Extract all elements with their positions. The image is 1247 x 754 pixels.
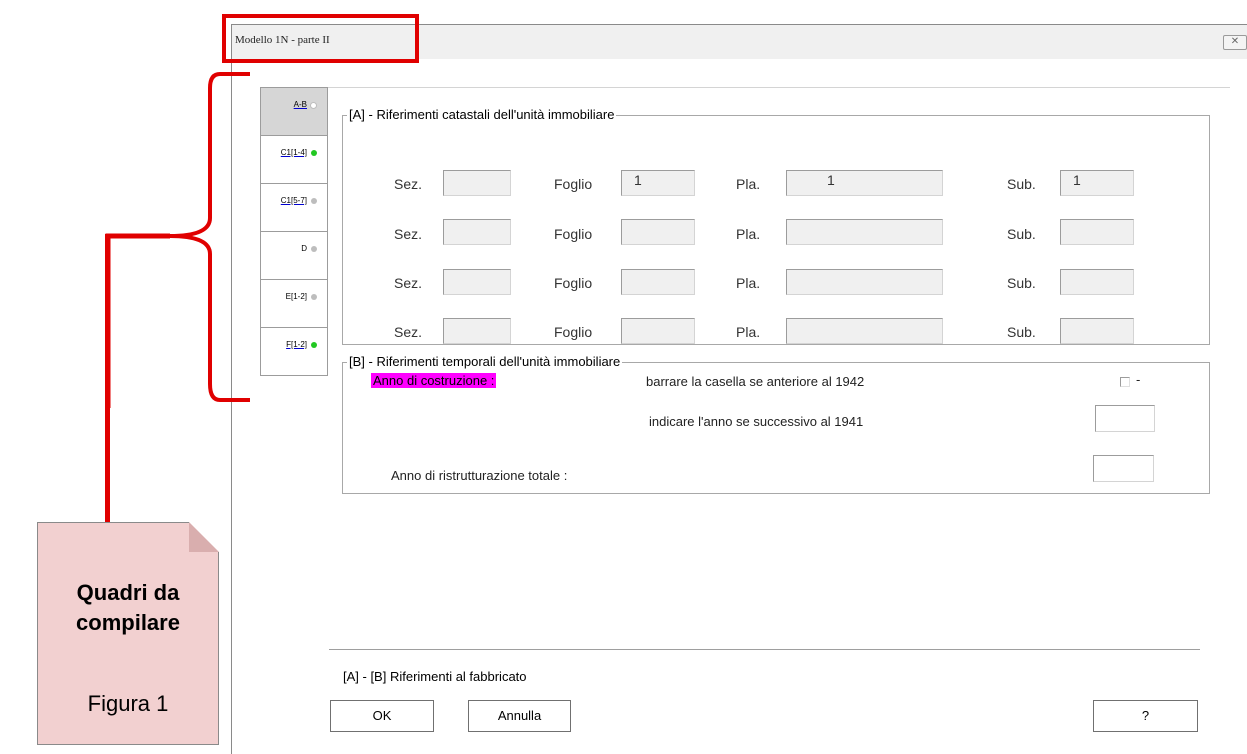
foglio-field[interactable] <box>621 219 695 245</box>
pla-label: Pla. <box>736 324 761 340</box>
sub-label: Sub. <box>1007 176 1036 192</box>
pla-label: Pla. <box>736 176 761 192</box>
foglio-label: Foglio <box>554 324 593 340</box>
sub-field[interactable] <box>1060 269 1134 295</box>
sub-label: Sub. <box>1007 324 1036 340</box>
tab-c1-5-7[interactable]: C1[5-7] <box>261 184 327 232</box>
note-figure-label: Figura 1 <box>87 691 169 716</box>
status-dot-icon <box>311 246 317 252</box>
section-b-legend: [B] - Riferimenti temporali dell'unità i… <box>347 354 623 369</box>
anno-costruzione-label: Anno di costruzione : <box>371 373 497 388</box>
pla-label: Pla. <box>736 226 761 242</box>
tab-a-b[interactable]: A-B <box>261 88 327 136</box>
tab-c1-1-4[interactable]: C1[1-4] <box>261 136 327 184</box>
tab-f-1-2[interactable]: F[1-2] <box>261 328 327 375</box>
sub-label: Sub. <box>1007 275 1036 291</box>
sez-field[interactable] <box>443 219 511 245</box>
footer-caption: [A] - [B] Riferimenti al fabbricato <box>343 669 527 684</box>
sez-label: Sez. <box>394 176 423 192</box>
sez-field[interactable] <box>443 269 511 295</box>
pla-field[interactable] <box>786 318 943 344</box>
tab-e-1-2[interactable]: E[1-2] <box>261 280 327 328</box>
foglio-field[interactable]: 1 <box>621 170 695 196</box>
tabs-brace-annotation <box>105 72 250 408</box>
anno-costruzione-field[interactable] <box>1095 405 1155 432</box>
status-dot-icon <box>310 102 317 109</box>
annulla-button[interactable]: Annulla <box>468 700 571 732</box>
foglio-field[interactable] <box>621 269 695 295</box>
note-fold-corner <box>189 522 219 552</box>
section-a-legend: [A] - Riferimenti catastali dell'unità i… <box>347 107 617 122</box>
tab-label: F[1-2] <box>286 340 307 349</box>
foglio-label: Foglio <box>554 226 593 242</box>
pla-field[interactable]: 1 <box>786 170 943 196</box>
sez-label: Sez. <box>394 324 423 340</box>
help-button[interactable]: ? <box>1093 700 1198 732</box>
pla-field[interactable] <box>786 269 943 295</box>
status-dot-icon <box>311 342 317 348</box>
footer-divider <box>329 649 1200 650</box>
foglio-label: Foglio <box>554 275 593 291</box>
close-icon[interactable]: ✕ <box>1223 35 1247 50</box>
annotation-connector <box>105 234 110 524</box>
tab-label: E[1-2] <box>285 292 307 301</box>
status-dot-icon <box>311 150 317 156</box>
sez-label: Sez. <box>394 226 423 242</box>
sub-field[interactable] <box>1060 318 1134 344</box>
foglio-label: Foglio <box>554 176 593 192</box>
status-dot-icon <box>311 294 317 300</box>
tab-d[interactable]: D <box>261 232 327 280</box>
title-highlight-box <box>222 14 419 63</box>
sez-label: Sez. <box>394 275 423 291</box>
tab-label: C1[5-7] <box>280 196 307 205</box>
dialog-window: Modello 1N - parte II ✕ A-B C1[1-4] C1[5… <box>231 24 1247 754</box>
sez-field[interactable] <box>443 318 511 344</box>
tab-label: A-B <box>293 100 307 109</box>
pla-field[interactable] <box>786 219 943 245</box>
top-divider <box>260 87 1230 88</box>
pla-label: Pla. <box>736 275 761 291</box>
ristrutturazione-label: Anno di ristrutturazione totale : <box>391 468 568 483</box>
sub-label: Sub. <box>1007 226 1036 242</box>
sub-field[interactable] <box>1060 219 1134 245</box>
sez-field[interactable] <box>443 170 511 196</box>
section-tabs: A-B C1[1-4] C1[5-7] D E[1-2] F[1-2] <box>260 87 328 376</box>
tab-label: D <box>301 244 307 253</box>
status-dot-icon <box>311 198 317 204</box>
anteriore-1942-checkbox[interactable] <box>1120 377 1130 387</box>
tab-label: C1[1-4] <box>280 148 307 157</box>
barrare-text: barrare la casella se anteriore al 1942 <box>646 374 865 389</box>
ok-button[interactable]: OK <box>330 700 434 732</box>
ristrutturazione-field[interactable] <box>1093 455 1154 482</box>
checkbox-suffix: - <box>1136 372 1141 387</box>
annotation-note: Quadri da compilare Figura 1 <box>37 522 219 745</box>
foglio-field[interactable] <box>621 318 695 344</box>
sub-field[interactable]: 1 <box>1060 170 1134 196</box>
indicare-text: indicare l'anno se successivo al 1941 <box>649 414 864 429</box>
note-title: Quadri da compilare <box>76 580 180 635</box>
